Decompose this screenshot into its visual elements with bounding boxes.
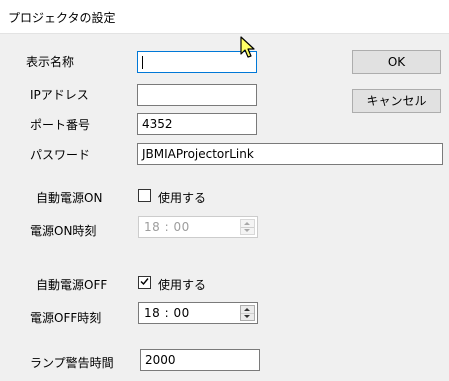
mouse-cursor-icon	[240, 36, 255, 58]
checkmark-icon	[140, 278, 149, 286]
spin-down-icon	[241, 227, 254, 234]
auto-power-on-checkbox-label[interactable]: 使用する	[158, 189, 206, 206]
text-caret	[142, 56, 143, 69]
spin-down-icon[interactable]	[241, 313, 254, 320]
display-name-label: 表示名称	[26, 55, 75, 69]
lamp-warning-label: ランプ警告時間	[30, 356, 114, 370]
auto-power-on-checkbox[interactable]	[138, 189, 151, 202]
port-number-input[interactable]: 4352	[137, 113, 257, 135]
password-input[interactable]: JBMIAProjectorLink	[137, 143, 443, 165]
auto-power-on-label: 自動電源ON	[36, 191, 103, 205]
power-off-time-value: 18 : 00	[144, 306, 190, 320]
title-bar: プロジェクタの設定	[0, 0, 449, 34]
cancel-button[interactable]: キャンセル	[352, 89, 441, 113]
port-number-label: ポート番号	[30, 118, 91, 132]
power-on-time-picker: 18 : 00	[138, 216, 258, 238]
password-label: パスワード	[30, 148, 91, 162]
ip-address-input[interactable]	[137, 84, 257, 106]
auto-power-off-checkbox[interactable]	[138, 276, 151, 289]
display-name-input[interactable]	[137, 51, 257, 73]
ip-address-label: IPアドレス	[30, 88, 89, 102]
lamp-warning-input[interactable]: 2000	[140, 349, 260, 371]
ok-button[interactable]: OK	[352, 50, 441, 74]
power-off-time-spinner[interactable]	[240, 305, 255, 321]
power-on-time-spinner	[240, 219, 255, 235]
power-off-time-label: 電源OFF時刻	[30, 311, 102, 325]
power-on-time-label: 電源ON時刻	[30, 224, 97, 238]
power-on-time-value: 18 : 00	[144, 220, 190, 234]
auto-power-off-label: 自動電源OFF	[36, 278, 108, 292]
window-title: プロジェクタの設定	[8, 11, 116, 25]
auto-power-off-checkbox-label[interactable]: 使用する	[158, 276, 206, 293]
power-off-time-picker[interactable]: 18 : 00	[138, 302, 258, 324]
